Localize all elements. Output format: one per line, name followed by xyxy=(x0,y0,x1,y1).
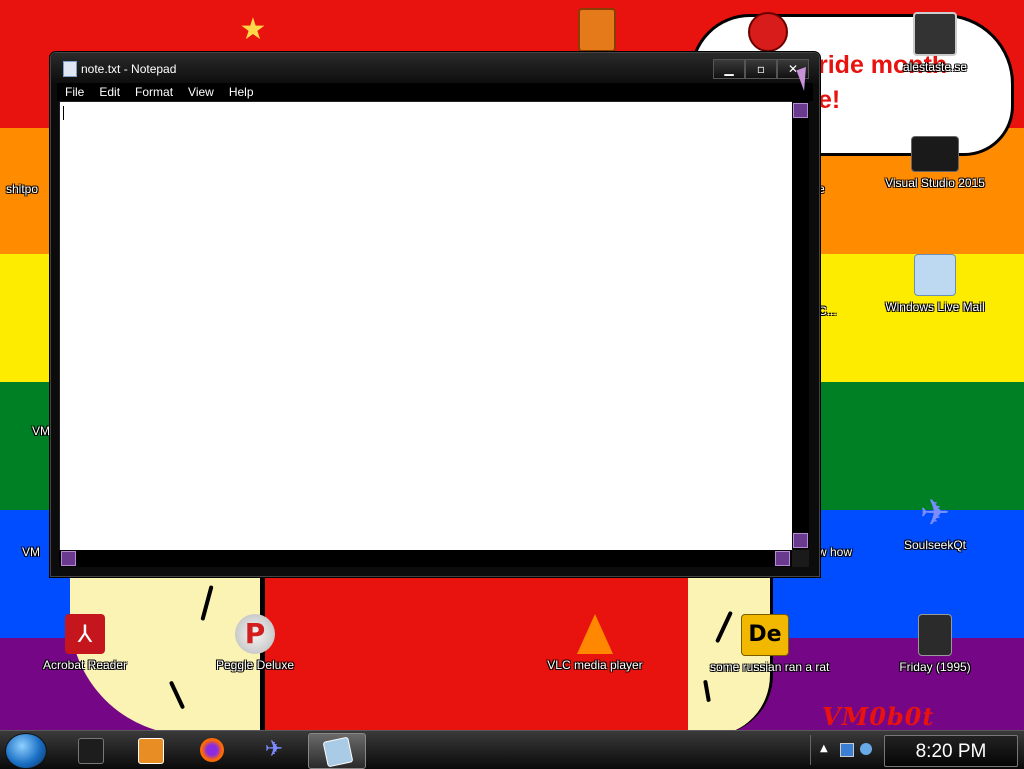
desktop-icon-some-russian[interactable]: De some russian ran a rat xyxy=(710,614,830,674)
partial-icon-label[interactable]: w how xyxy=(818,545,852,559)
window-titlebar[interactable]: note.txt - Notepad ▁ ▫ ✕ xyxy=(51,53,819,83)
resize-grip[interactable] xyxy=(792,550,809,567)
desktop-icon-label: SoulseekQt xyxy=(903,538,967,552)
desktop-icon-alestaste[interactable]: alestaste.se xyxy=(880,12,990,74)
de-icon: De xyxy=(741,614,789,656)
partial-icon-label[interactable]: shitpo xyxy=(6,182,38,196)
partial-icon-label[interactable]: VM xyxy=(32,424,50,438)
red-creature-icon[interactable] xyxy=(748,12,788,52)
desktop-icon-peggle-deluxe[interactable]: P Peggle Deluxe xyxy=(200,614,310,672)
desktop-icon-visual-studio[interactable]: Visual Studio 2015 xyxy=(880,136,990,190)
peggle-icon: P xyxy=(235,614,275,654)
taskbar-button-soulseek[interactable]: ✈ xyxy=(246,733,302,767)
firefox-icon xyxy=(200,738,224,762)
menu-file[interactable]: File xyxy=(57,83,91,101)
taskbar-button-app[interactable] xyxy=(62,733,118,767)
desktop-icon-label: some russian ran a rat xyxy=(710,660,830,674)
scroll-down-button[interactable] xyxy=(793,533,808,548)
orange-block-icon[interactable] xyxy=(578,8,616,52)
menu-format[interactable]: Format xyxy=(127,83,180,101)
media-player-icon xyxy=(138,738,164,764)
desktop-icon-label: alestaste.se xyxy=(902,60,968,74)
menu-help[interactable]: Help xyxy=(221,83,261,101)
desktop-icon-friday[interactable]: Friday (1995) xyxy=(880,614,990,674)
notepad-window[interactable]: note.txt - Notepad ▁ ▫ ✕ File Edit Format V… xyxy=(50,52,820,577)
desktop-icon-vlc[interactable]: VLC media player xyxy=(540,614,650,672)
desktop-icon-soulseekqt[interactable]: ✈ SoulseekQt xyxy=(880,493,990,553)
desktop-icon-label: Windows Live Mail xyxy=(885,300,985,314)
star-shortcut-icon[interactable]: ★ xyxy=(236,14,270,46)
partial-icon-label[interactable]: VM xyxy=(22,545,40,559)
taskbar-button-notepad[interactable] xyxy=(308,733,366,769)
clock-time: 8:20 PM xyxy=(915,741,987,762)
stacked-windows-icon xyxy=(913,12,957,56)
horizontal-scrollbar[interactable] xyxy=(59,550,792,567)
partial-icon-label[interactable]: C... xyxy=(818,304,837,318)
system-tray: ▲ 8:20 PM xyxy=(810,731,1024,769)
tray-expand-arrow-icon[interactable]: ▲ xyxy=(820,743,832,755)
taskbar-button-media-player[interactable] xyxy=(122,733,178,767)
maximize-button[interactable]: ▫ xyxy=(745,59,777,79)
movie-icon xyxy=(918,614,952,656)
desktop-icon-label: Peggle Deluxe xyxy=(215,658,295,672)
scroll-left-button[interactable] xyxy=(61,551,76,566)
soulseek-bird-icon: ✈ xyxy=(264,737,284,762)
taskbar-button-firefox[interactable] xyxy=(184,733,240,767)
desktop-icon-label: Visual Studio 2015 xyxy=(885,176,985,190)
desktop-icon-label: Friday (1995) xyxy=(899,660,971,674)
clock-panel[interactable]: 8:20 PM xyxy=(884,735,1018,767)
desktop-icon-acrobat-reader[interactable]: ⅄ Acrobat Reader xyxy=(30,614,140,672)
notepad-icon xyxy=(322,736,354,768)
network-icon[interactable] xyxy=(840,743,854,757)
minimize-button[interactable]: ▁ xyxy=(713,59,745,79)
desktop-icon-windows-live-mail[interactable]: Windows Live Mail xyxy=(880,254,990,314)
window-title: note.txt - Notepad xyxy=(81,62,177,76)
tray-separator xyxy=(810,735,811,765)
start-button[interactable] xyxy=(5,733,47,769)
text-document-dark-icon xyxy=(911,136,959,172)
scroll-up-button[interactable] xyxy=(793,103,808,118)
app-black-icon xyxy=(78,738,104,764)
menu-view[interactable]: View xyxy=(180,83,221,101)
mail-icon xyxy=(914,254,956,296)
vlc-cone-icon xyxy=(577,614,613,654)
volume-icon[interactable] xyxy=(860,743,872,755)
notepad-app-icon xyxy=(63,61,77,77)
vm-watermark: VM0b0t xyxy=(822,702,935,730)
desktop-icon-label: Acrobat Reader xyxy=(42,658,128,672)
desktop-icon-label: VLC media player xyxy=(547,658,643,672)
speech-bubble-line-2: e! xyxy=(818,86,841,114)
acrobat-icon: ⅄ xyxy=(65,614,105,654)
text-editor-area[interactable] xyxy=(59,101,793,551)
scroll-right-button[interactable] xyxy=(775,551,790,566)
menu-edit[interactable]: Edit xyxy=(91,83,127,101)
menu-bar: File Edit Format View Help xyxy=(57,83,813,101)
vertical-scrollbar[interactable] xyxy=(792,101,809,549)
text-caret xyxy=(63,106,64,120)
bird-icon: ✈ xyxy=(919,493,951,534)
taskbar: ✈ ▲ 8:20 PM xyxy=(0,730,1024,769)
